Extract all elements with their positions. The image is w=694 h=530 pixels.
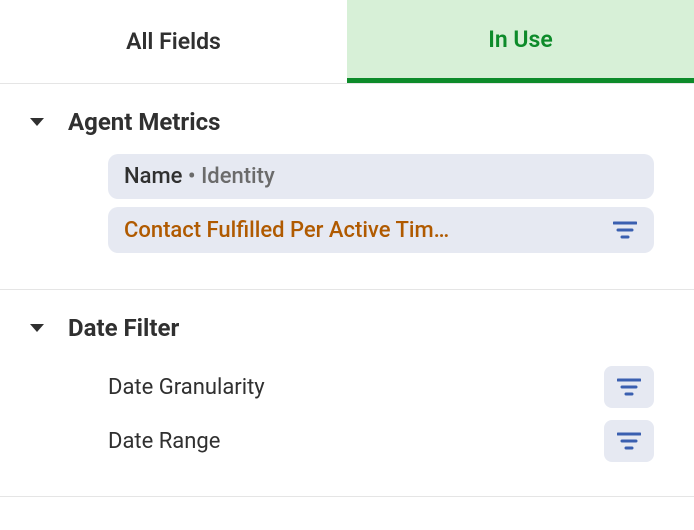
- field-label: Date Range: [108, 429, 220, 454]
- section-header[interactable]: Agent Metrics: [0, 84, 694, 154]
- filter-icon: [617, 431, 641, 451]
- section-agent-metrics: Agent Metrics Name • Identity Contact Fu…: [0, 84, 694, 290]
- field-pill-name-identity[interactable]: Name • Identity: [108, 154, 654, 199]
- section-title: Agent Metrics: [68, 108, 220, 136]
- filter-icon[interactable]: [612, 217, 638, 243]
- filter-button[interactable]: [604, 420, 654, 462]
- field-row-date-range[interactable]: Date Range: [108, 414, 654, 468]
- tab-label: All Fields: [126, 28, 221, 55]
- field-row-date-granularity[interactable]: Date Granularity: [108, 360, 654, 414]
- field-pill-contact-fulfilled[interactable]: Contact Fulfilled Per Active Tim…: [108, 207, 654, 253]
- field-label: Name • Identity: [124, 164, 275, 189]
- tab-all-fields[interactable]: All Fields: [0, 0, 347, 83]
- field-label: Contact Fulfilled Per Active Tim…: [124, 218, 449, 243]
- field-tabs: All Fields In Use: [0, 0, 694, 84]
- section-body: Date Granularity Date Range: [0, 360, 694, 496]
- section-body: Name • Identity Contact Fulfilled Per Ac…: [0, 154, 694, 289]
- caret-down-icon[interactable]: [30, 118, 44, 126]
- filter-icon: [617, 377, 641, 397]
- caret-down-icon[interactable]: [30, 324, 44, 332]
- section-date-filter: Date Filter Date Granularity Date Range: [0, 290, 694, 497]
- tab-in-use[interactable]: In Use: [347, 0, 694, 83]
- field-label: Date Granularity: [108, 375, 265, 400]
- section-header[interactable]: Date Filter: [0, 290, 694, 360]
- filter-button[interactable]: [604, 366, 654, 408]
- tab-label: In Use: [488, 26, 553, 53]
- section-title: Date Filter: [68, 314, 179, 342]
